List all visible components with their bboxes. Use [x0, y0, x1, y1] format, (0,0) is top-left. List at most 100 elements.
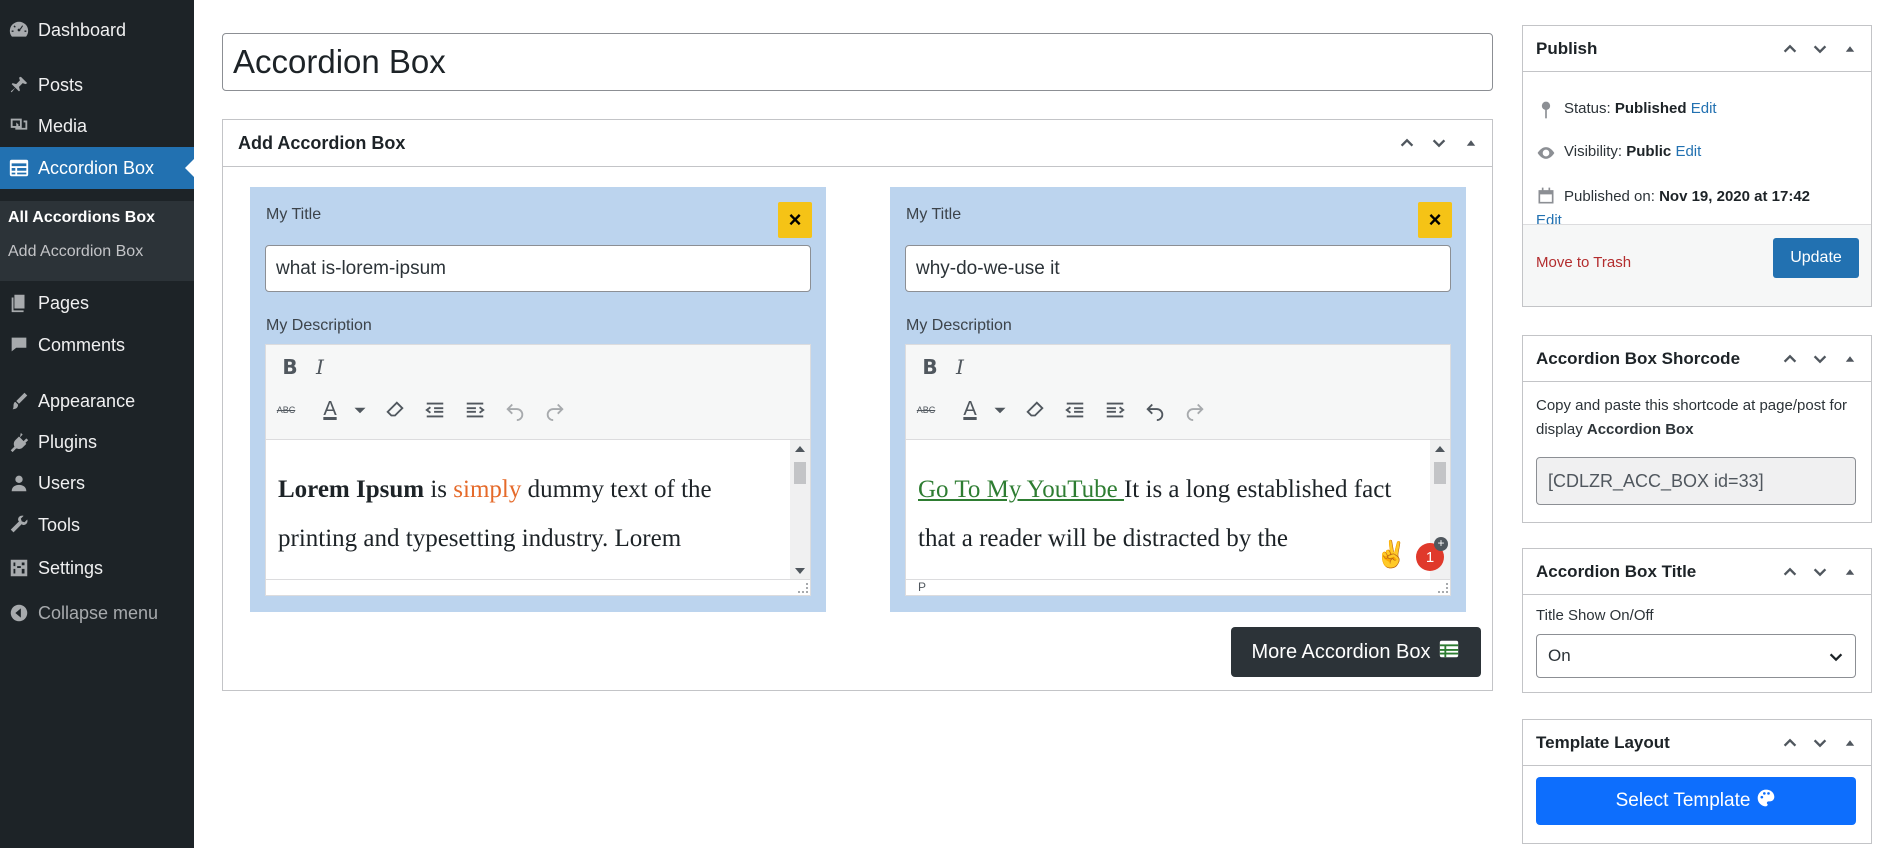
- sidebar-item-settings[interactable]: Settings: [0, 548, 194, 588]
- move-up-button[interactable]: [1779, 348, 1801, 370]
- move-up-button[interactable]: [1779, 38, 1801, 60]
- outdent-button[interactable]: [421, 396, 449, 424]
- sidebar-item-label: Collapse menu: [38, 602, 159, 623]
- move-down-button[interactable]: [1809, 348, 1831, 370]
- shortcode-field[interactable]: [CDLZR_ACC_BOX id=33]: [1536, 457, 1856, 505]
- sidebar-item-appearance[interactable]: Appearance: [0, 381, 194, 421]
- published-row: Published on: Nov 19, 2020 at 17:42: [1536, 186, 1810, 208]
- sidebar-item-pages[interactable]: Pages: [0, 283, 194, 323]
- move-down-button[interactable]: [1809, 732, 1831, 754]
- title-label: My Title: [266, 206, 322, 223]
- resize-handle[interactable]: [798, 583, 808, 593]
- collapse-menu-button[interactable]: Collapse menu: [0, 593, 194, 633]
- pages-icon: [0, 292, 38, 314]
- italic-button[interactable]: I: [306, 353, 334, 381]
- sidebar-item-accordion-box[interactable]: Accordion Box: [0, 147, 194, 189]
- settings-icon: [0, 557, 38, 579]
- status-label: Status:: [1564, 100, 1611, 117]
- visibility-value: Public: [1626, 143, 1672, 160]
- shortcode-title: Accordion Box Shorcode: [1536, 348, 1741, 368]
- outdent-button[interactable]: [1061, 396, 1089, 424]
- sidebar-item-label: Comments: [38, 334, 126, 355]
- sidebar-item-tools[interactable]: Tools: [0, 505, 194, 545]
- redo-button[interactable]: [541, 396, 569, 424]
- editor-content[interactable]: Lorem Ipsum is simply dummy text of the …: [266, 440, 788, 580]
- sidebar-item-posts[interactable]: Posts: [0, 65, 194, 105]
- media-icon: [0, 115, 38, 137]
- chevron-down-icon[interactable]: [986, 396, 1014, 424]
- template-title: Template Layout: [1536, 732, 1670, 752]
- indent-button[interactable]: [1101, 396, 1129, 424]
- youtube-link[interactable]: Go To My YouTube: [918, 476, 1124, 503]
- text-color-button[interactable]: A: [956, 395, 984, 423]
- title-show-select[interactable]: On: [1536, 634, 1856, 678]
- remove-item-button[interactable]: ×: [1418, 202, 1452, 238]
- table-icon: [1438, 638, 1460, 666]
- clear-format-button[interactable]: [381, 396, 409, 424]
- post-title-input[interactable]: Accordion Box: [222, 33, 1493, 91]
- calendar-icon: [1538, 187, 1554, 204]
- toggle-panel-button[interactable]: [1839, 348, 1861, 370]
- move-up-button[interactable]: [1779, 732, 1801, 754]
- indent-button[interactable]: [461, 396, 489, 424]
- dashboard-icon: [0, 19, 38, 41]
- visibility-label: Visibility:: [1564, 143, 1623, 160]
- sidebar-item-label: Appearance: [38, 390, 136, 411]
- move-up-button[interactable]: [1396, 132, 1418, 154]
- title-label: My Title: [906, 206, 962, 223]
- toggle-panel-button[interactable]: [1460, 132, 1482, 154]
- submenu-add-accordion[interactable]: Add Accordion Box: [8, 243, 143, 261]
- item-title-input[interactable]: why-do-we-use it: [905, 245, 1451, 292]
- strikethrough-button[interactable]: ABC: [272, 396, 300, 424]
- description-editor: B I ABC A Go To My YouTube It is a long …: [905, 344, 1451, 596]
- orange-text: simply: [453, 476, 522, 503]
- shortcode-header: Accordion Box Shorcode: [1523, 336, 1871, 382]
- redo-button[interactable]: [1181, 396, 1209, 424]
- text-color-button[interactable]: A: [316, 395, 344, 423]
- sidebar-item-label: Posts: [38, 74, 84, 95]
- move-to-trash-link[interactable]: Move to Trash: [1536, 254, 1631, 271]
- sidebar-item-users[interactable]: Users: [0, 463, 194, 503]
- toggle-panel-button[interactable]: [1839, 38, 1861, 60]
- template-layout-box: Template Layout Select Template: [1522, 719, 1872, 844]
- sidebar-item-label: Tools: [38, 514, 81, 535]
- select-template-button[interactable]: Select Template: [1536, 777, 1856, 825]
- move-down-button[interactable]: [1809, 38, 1831, 60]
- move-down-button[interactable]: [1428, 132, 1450, 154]
- accordion-submenu: All Accordions Box Add Accordion Box: [0, 201, 194, 281]
- item-title-input[interactable]: what is-lorem-ipsum: [265, 245, 811, 292]
- update-button[interactable]: Update: [1773, 238, 1859, 278]
- bold-text: Lorem Ipsum: [278, 476, 425, 503]
- sidebar-item-plugins[interactable]: Plugins: [0, 422, 194, 462]
- bold-button[interactable]: B: [276, 353, 304, 381]
- strikethrough-button[interactable]: ABC: [912, 396, 940, 424]
- resize-handle[interactable]: [1438, 583, 1448, 593]
- submenu-all-accordions[interactable]: All Accordions Box: [8, 209, 155, 227]
- edit-status-link[interactable]: Edit: [1691, 100, 1717, 117]
- sidebar-item-dashboard[interactable]: Dashboard: [0, 10, 194, 50]
- collapse-icon: [0, 602, 38, 624]
- sidebar-item-media[interactable]: Media: [0, 106, 194, 146]
- more-accordion-button[interactable]: More Accordion Box: [1231, 627, 1481, 677]
- editor-content[interactable]: Go To My YouTube It is a long establishe…: [906, 440, 1428, 580]
- shortcode-description: Copy and paste this shortcode at page/po…: [1536, 394, 1861, 442]
- move-up-button[interactable]: [1779, 561, 1801, 583]
- publish-title: Publish: [1536, 38, 1598, 58]
- toggle-panel-button[interactable]: [1839, 732, 1861, 754]
- bold-button[interactable]: B: [916, 353, 944, 381]
- undo-button[interactable]: [1141, 396, 1169, 424]
- editor-scrollbar[interactable]: [790, 440, 810, 580]
- plain-text: is: [424, 476, 454, 503]
- move-down-button[interactable]: [1809, 561, 1831, 583]
- sidebar-item-comments[interactable]: Comments: [0, 325, 194, 365]
- published-value: Nov 19, 2020 at 17:42: [1659, 188, 1811, 205]
- edit-visibility-link[interactable]: Edit: [1675, 143, 1701, 160]
- toggle-panel-button[interactable]: [1839, 561, 1861, 583]
- italic-button[interactable]: I: [946, 353, 974, 381]
- remove-item-button[interactable]: ×: [778, 202, 812, 238]
- description-label: My Description: [906, 317, 1012, 334]
- undo-button[interactable]: [501, 396, 529, 424]
- clear-format-button[interactable]: [1021, 396, 1049, 424]
- chevron-down-icon[interactable]: [346, 396, 374, 424]
- metabox-title: Add Accordion Box: [238, 132, 406, 153]
